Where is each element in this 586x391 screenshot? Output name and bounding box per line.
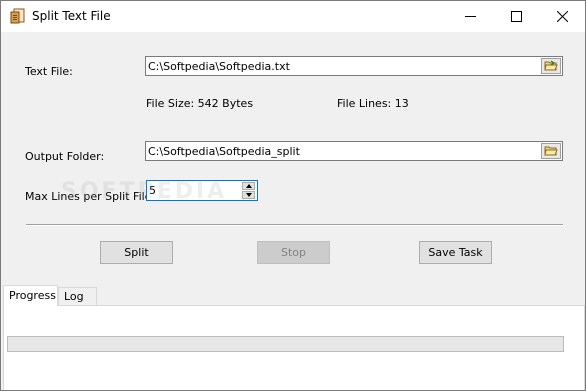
close-button[interactable] <box>539 1 585 32</box>
output-folder-field[interactable] <box>145 141 563 161</box>
separator <box>26 224 563 226</box>
spin-down-button[interactable] <box>242 191 255 199</box>
tab-log[interactable]: Log <box>58 287 97 305</box>
tab-progress[interactable]: Progress <box>3 285 58 306</box>
text-file-icon <box>10 8 26 24</box>
browse-text-file-button[interactable] <box>541 58 561 74</box>
folder-open-icon <box>544 60 558 71</box>
arrow-up-icon <box>246 184 252 188</box>
progress-panel <box>3 305 585 390</box>
output-folder-label: Output Folder: <box>25 150 105 163</box>
progress-bar <box>7 336 564 352</box>
maximize-icon <box>511 11 522 22</box>
text-file-input[interactable] <box>148 58 528 74</box>
split-button[interactable]: Split <box>100 241 173 264</box>
minimize-icon <box>465 16 476 17</box>
output-folder-input[interactable] <box>148 143 528 159</box>
minimize-button[interactable] <box>447 1 493 32</box>
max-lines-label: Max Lines per Split File <box>25 190 152 203</box>
save-task-button[interactable]: Save Task <box>419 241 492 264</box>
title-bar[interactable]: Split Text File <box>1 1 585 32</box>
close-icon <box>557 11 568 22</box>
text-file-field[interactable] <box>145 56 563 76</box>
text-file-label: Text File: <box>25 65 73 78</box>
app-window: Split Text File Text File: C:\Softpedia\… <box>0 0 586 391</box>
arrow-down-icon <box>246 193 252 197</box>
stop-button[interactable]: Stop <box>257 241 330 264</box>
browse-output-folder-button[interactable] <box>541 143 561 159</box>
file-size-text: File Size: 542 Bytes <box>146 97 254 110</box>
file-lines-text: File Lines: 13 <box>337 97 409 110</box>
folder-icon <box>544 146 558 156</box>
spin-up-button[interactable] <box>242 182 255 190</box>
max-lines-input[interactable] <box>149 183 229 198</box>
max-lines-spinner[interactable] <box>146 180 258 201</box>
maximize-button[interactable] <box>493 1 539 32</box>
window-title: Split Text File <box>32 9 111 23</box>
